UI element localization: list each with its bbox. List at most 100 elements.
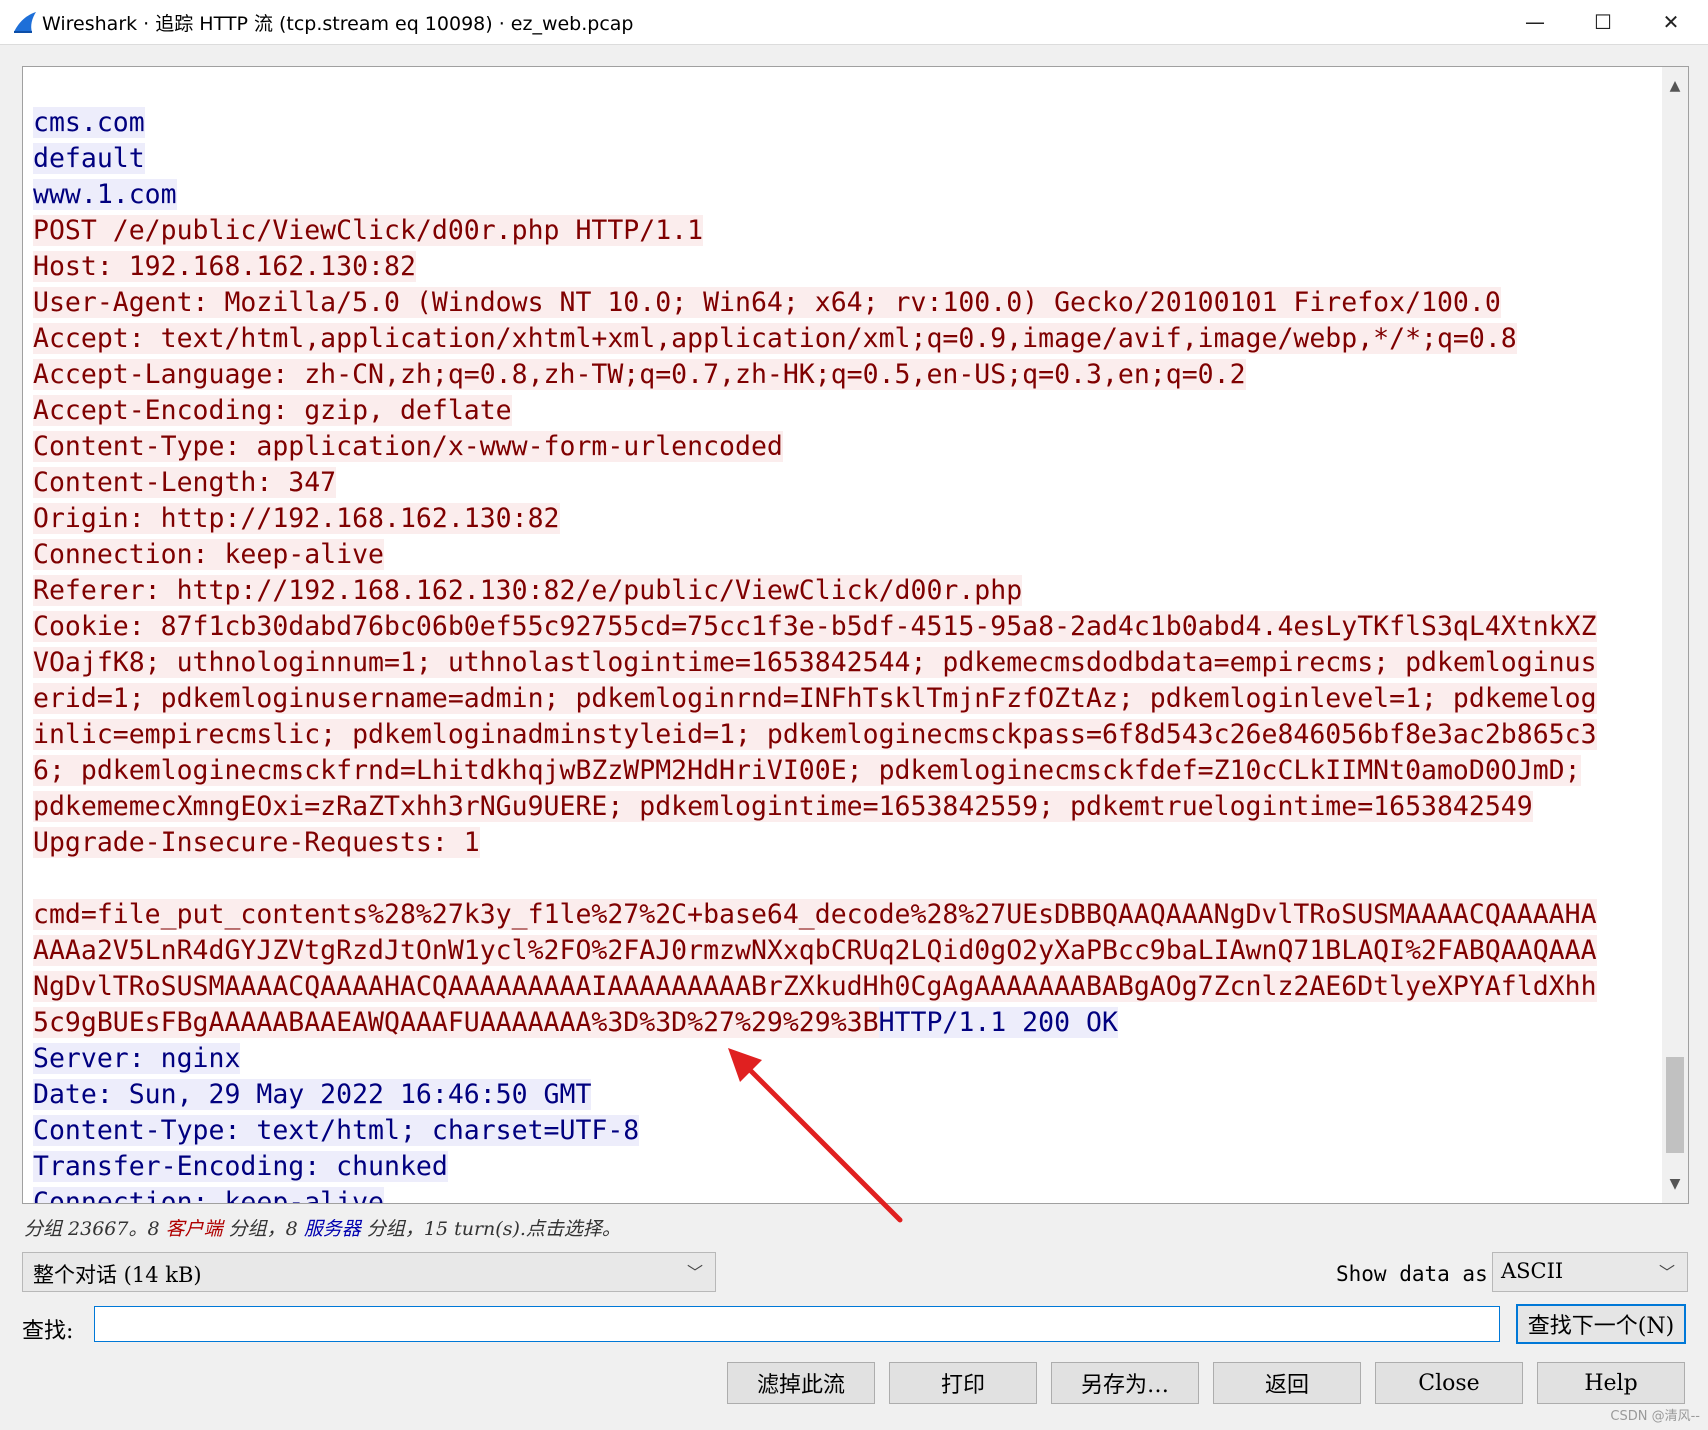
- status-suffix: 分组，15 turn(s).点击选择。: [360, 1218, 621, 1240]
- stream-line: Date: Sun, 29 May 2022 16:46:50 GMT: [33, 1077, 1663, 1113]
- client-data-segment[interactable]: Referer: http://192.168.162.130:82/e/pub…: [33, 575, 1023, 606]
- window-title: Wireshark · 追踪 HTTP 流 (tcp.stream eq 100…: [42, 13, 634, 35]
- client-data-segment[interactable]: inlic=empirecmslic; pdkemloginadminstyle…: [33, 719, 1597, 750]
- vertical-scrollbar[interactable]: ▲ ▼: [1662, 67, 1688, 1203]
- server-data-segment[interactable]: Date: Sun, 29 May 2022 16:46:50 GMT: [33, 1079, 592, 1110]
- stream-line: Server: nginx: [33, 1041, 1663, 1077]
- find-label: 查找:: [22, 1319, 74, 1344]
- chevron-down-icon: ﹀: [686, 1263, 703, 1282]
- stream-line: Referer: http://192.168.162.130:82/e/pub…: [33, 573, 1663, 609]
- stream-line: pdkememecXmngEOxi=zRaZTxhh3rNGu9UERE; pd…: [33, 789, 1663, 825]
- stream-line: VOajfK8; uthnologinnum=1; uthnolastlogin…: [33, 645, 1663, 681]
- client-data-segment[interactable]: VOajfK8; uthnologinnum=1; uthnolastlogin…: [33, 647, 1597, 678]
- server-data-segment[interactable]: Connection: keep-alive: [33, 1187, 384, 1203]
- close-icon: ✕: [1662, 10, 1680, 34]
- stream-line: Transfer-Encoding: chunked: [33, 1149, 1663, 1185]
- stream-line: 5c9gBUEsFBgAAAAABAAEAWQAAAFUAAAAAAA%3D%3…: [33, 1005, 1663, 1041]
- server-data-segment[interactable]: default: [33, 143, 145, 174]
- client-data-segment[interactable]: NgDvlTRoSUSMAAAACQAAAAHACQAAAAAAAAAIAAAA…: [33, 971, 1597, 1002]
- wireshark-fin-icon: [14, 12, 36, 33]
- stream-line: default: [33, 141, 1663, 177]
- back-button[interactable]: 返回: [1213, 1362, 1361, 1404]
- minimize-icon: —: [1525, 10, 1545, 34]
- client-data-segment[interactable]: 5c9gBUEsFBgAAAAABAAEAWQAAAFUAAAAAAA%3D%3…: [33, 1007, 879, 1038]
- stream-line: Accept: text/html,application/xhtml+xml,…: [33, 321, 1663, 357]
- scroll-up-icon[interactable]: ▲: [1662, 73, 1688, 99]
- client-data-segment[interactable]: POST /e/public/ViewClick/d00r.php HTTP/1…: [33, 215, 704, 246]
- client-data-segment[interactable]: Accept-Encoding: gzip, deflate: [33, 395, 512, 426]
- title-bar: Wireshark · 追踪 HTTP 流 (tcp.stream eq 100…: [0, 0, 1708, 45]
- stream-line: 6; pdkemloginecmsckfrnd=LhitdkhqjwBZzWPM…: [33, 753, 1663, 789]
- client-data-segment[interactable]: Accept: text/html,application/xhtml+xml,…: [33, 323, 1517, 354]
- stream-line: cms.com: [33, 105, 1663, 141]
- stream-line: cmd=file_put_contents%28%27k3y_f1le%27%2…: [33, 897, 1663, 933]
- stream-line: Connection: keep-alive: [33, 537, 1663, 573]
- minimize-button[interactable]: —: [1500, 0, 1570, 44]
- server-data-segment[interactable]: www.1.com: [33, 179, 177, 210]
- server-data-segment[interactable]: Transfer-Encoding: chunked: [33, 1151, 448, 1182]
- stream-line: User-Agent: Mozilla/5.0 (Windows NT 10.0…: [33, 285, 1663, 321]
- find-input[interactable]: [94, 1306, 1500, 1342]
- server-data-segment[interactable]: Content-Type: text/html; charset=UTF-8: [33, 1115, 640, 1146]
- status-client-link[interactable]: 客户端: [166, 1218, 223, 1240]
- stream-line: erid=1; pdkemloginusername=admin; pdkeml…: [33, 681, 1663, 717]
- stream-content-pane[interactable]: cms.com default www.1.com POST /e/public/Vi…: [22, 66, 1689, 1204]
- client-data-segment[interactable]: Cookie: 87f1cb30dabd76bc06b0ef55c92755cd…: [33, 611, 1597, 642]
- stream-line: Origin: http://192.168.162.130:82: [33, 501, 1663, 537]
- print-button[interactable]: 打印: [889, 1362, 1037, 1404]
- stream-line: POST /e/public/ViewClick/d00r.php HTTP/1…: [33, 213, 1663, 249]
- client-data-segment[interactable]: Host: 192.168.162.130:82: [33, 251, 416, 282]
- client-data-segment[interactable]: pdkememecXmngEOxi=zRaZTxhh3rNGu9UERE; pd…: [33, 791, 1533, 822]
- stream-line: inlic=empirecmslic; pdkemloginadminstyle…: [33, 717, 1663, 753]
- status-prefix: 分组 23667。8: [24, 1218, 166, 1240]
- watermark: CSDN @清风--: [1610, 1409, 1700, 1424]
- stream-line: Accept-Encoding: gzip, deflate: [33, 393, 1663, 429]
- close-button[interactable]: Close: [1375, 1362, 1523, 1404]
- stream-line: Content-Length: 347: [33, 465, 1663, 501]
- stream-line: Connection: keep-alive: [33, 1185, 1663, 1203]
- find-next-button[interactable]: 查找下一个(N): [1516, 1304, 1686, 1344]
- show-data-label: Show data as: [1336, 1262, 1488, 1286]
- server-data-segment[interactable]: cms.com: [33, 107, 145, 138]
- close-window-button[interactable]: ✕: [1636, 0, 1706, 44]
- maximize-button[interactable]: ☐: [1568, 0, 1638, 44]
- filter-out-stream-button[interactable]: 滤掉此流: [727, 1362, 875, 1404]
- client-data-segment[interactable]: 6; pdkemloginecmsckfrnd=LhitdkhqjwBZzWPM…: [33, 755, 1581, 786]
- encoding-select[interactable]: ASCII ﹀: [1492, 1252, 1688, 1292]
- encoding-select-value: ASCII: [1501, 1259, 1564, 1283]
- client-data-segment[interactable]: cmd=file_put_contents%28%27k3y_f1le%27%2…: [33, 899, 1597, 930]
- stream-line: [33, 861, 1663, 897]
- stream-text[interactable]: cms.com default www.1.com POST /e/public/Vi…: [33, 105, 1663, 1203]
- client-data-segment[interactable]: AAAa2V5LnR4dGYJZVtgRzdJtOnW1ycl%2FO%2FAJ…: [33, 935, 1597, 966]
- client-data-segment[interactable]: erid=1; pdkemloginusername=admin; pdkeml…: [33, 683, 1597, 714]
- client-data-segment[interactable]: Content-Type: application/x-www-form-url…: [33, 431, 783, 462]
- client-data-segment[interactable]: Content-Length: 347: [33, 467, 337, 498]
- stream-line: Content-Type: text/html; charset=UTF-8: [33, 1113, 1663, 1149]
- stream-status-line: 分组 23667。8 客户端 分组，8 服务器 分组，15 turn(s).点击…: [24, 1214, 621, 1241]
- client-data-segment[interactable]: User-Agent: Mozilla/5.0 (Windows NT 10.0…: [33, 287, 1501, 318]
- client-data-segment[interactable]: Connection: keep-alive: [33, 539, 384, 570]
- help-button[interactable]: Help: [1537, 1362, 1685, 1404]
- conversation-select[interactable]: 整个对话 (14 kB) ﹀: [22, 1252, 716, 1292]
- stream-line: Cookie: 87f1cb30dabd76bc06b0ef55c92755cd…: [33, 609, 1663, 645]
- maximize-icon: ☐: [1594, 10, 1612, 34]
- scroll-down-icon[interactable]: ▼: [1662, 1171, 1688, 1197]
- stream-line: AAAa2V5LnR4dGYJZVtgRzdJtOnW1ycl%2FO%2FAJ…: [33, 933, 1663, 969]
- save-as-button[interactable]: 另存为…: [1051, 1362, 1199, 1404]
- client-data-segment[interactable]: Origin: http://192.168.162.130:82: [33, 503, 560, 534]
- server-data-segment[interactable]: Server: nginx: [33, 1043, 241, 1074]
- status-server-link[interactable]: 服务器: [304, 1218, 361, 1240]
- stream-line: Accept-Language: zh-CN,zh;q=0.8,zh-TW;q=…: [33, 357, 1663, 393]
- chevron-down-icon: ﹀: [1658, 1263, 1675, 1282]
- stream-line: Content-Type: application/x-www-form-url…: [33, 429, 1663, 465]
- stream-line: www.1.com: [33, 177, 1663, 213]
- client-data-segment[interactable]: Upgrade-Insecure-Requests: 1: [33, 827, 480, 858]
- status-middle: 分组，8: [222, 1218, 304, 1240]
- stream-line: Host: 192.168.162.130:82: [33, 249, 1663, 285]
- scroll-thumb[interactable]: [1666, 1057, 1684, 1153]
- conversation-select-value: 整个对话 (14 kB): [33, 1263, 202, 1287]
- stream-line: NgDvlTRoSUSMAAAACQAAAAHACQAAAAAAAAAIAAAA…: [33, 969, 1663, 1005]
- stream-line: Upgrade-Insecure-Requests: 1: [33, 825, 1663, 861]
- client-data-segment[interactable]: Accept-Language: zh-CN,zh;q=0.8,zh-TW;q=…: [33, 359, 1246, 390]
- server-data-segment[interactable]: HTTP/1.1 200 OK: [878, 1007, 1118, 1038]
